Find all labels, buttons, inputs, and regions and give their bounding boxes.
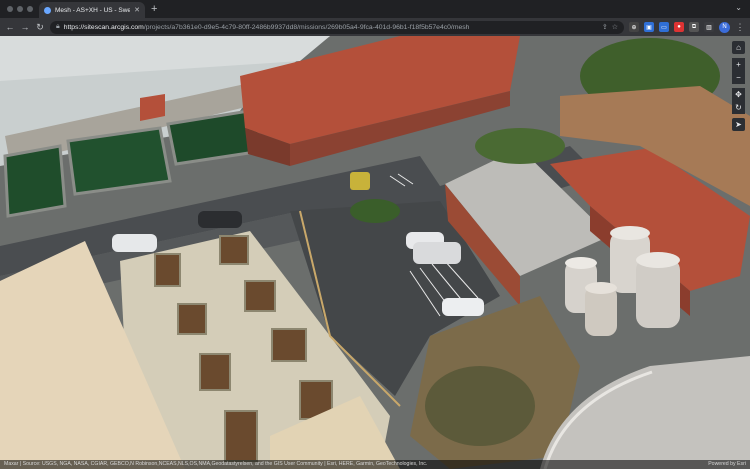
zoom-out-icon[interactable]: −: [732, 71, 745, 84]
navigation-mode-controls: ✥ ↻: [732, 88, 745, 114]
reload-icon[interactable]: ↻: [35, 22, 45, 33]
url-text[interactable]: https://sitescan.arcgis.com/projects/a7b…: [64, 24, 598, 31]
browser-toolbar: ← → ↻ 🔒︎ https://sitescan.arcgis.com/pro…: [0, 18, 750, 36]
browser-tab-active[interactable]: Mesh - AS+XH - US - Sweetw ✕: [39, 2, 145, 18]
sidepanel-icon[interactable]: ▥: [704, 22, 714, 32]
extensions-menu-icon[interactable]: ⧉: [689, 22, 699, 32]
forward-icon[interactable]: →: [20, 22, 30, 32]
extension-blue-icon[interactable]: ▣: [644, 22, 654, 32]
map-controls: ⌂ + − ✥ ↻ ➤: [732, 41, 745, 131]
pan-icon[interactable]: ✥: [732, 88, 745, 101]
address-bar[interactable]: 🔒︎ https://sitescan.arcgis.com/projects/…: [50, 20, 624, 34]
zoom-in-icon[interactable]: +: [732, 58, 745, 71]
tab-search-icon[interactable]: ⌄: [735, 3, 742, 12]
url-host: https://sitescan.arcgis.com: [63, 23, 144, 31]
mesh-scene: [0, 36, 750, 469]
back-icon[interactable]: ←: [5, 22, 15, 32]
browser-tabbar: Mesh - AS+XH - US - Sweetw ✕ + ⌄: [0, 0, 750, 18]
rotate-icon[interactable]: ↻: [732, 101, 745, 114]
extension-puzzle-icon[interactable]: ⊕: [629, 22, 639, 32]
url-path: /projects/a7b361e0-d9e5-4c79-80ff-2486b9…: [143, 23, 470, 31]
window-controls: [7, 6, 33, 12]
minimize-window-dot[interactable]: [17, 6, 23, 12]
profile-avatar[interactable]: N: [719, 21, 730, 33]
home-icon[interactable]: ⌂: [732, 41, 745, 54]
close-window-dot[interactable]: [7, 6, 13, 12]
share-icon[interactable]: ⇪: [602, 23, 608, 31]
mesh-viewport[interactable]: ⌂ + − ✥ ↻ ➤ Maxar | Source: USGS, NGA, N…: [0, 36, 750, 469]
bookmark-star-icon[interactable]: ☆: [612, 23, 618, 31]
map-attribution: Maxar | Source: USGS, NGA, NASA, CGIAR, …: [0, 460, 750, 469]
tab-title: Mesh - AS+XH - US - Sweetw: [55, 6, 131, 14]
powered-by-esri[interactable]: Powered by Esri: [708, 460, 746, 469]
compass-icon[interactable]: ➤: [732, 118, 745, 131]
new-tab-icon[interactable]: +: [151, 3, 157, 15]
maximize-window-dot[interactable]: [27, 6, 33, 12]
extension-red-icon[interactable]: ●: [674, 22, 684, 32]
zoom-controls: + −: [732, 58, 745, 84]
close-tab-icon[interactable]: ✕: [134, 6, 140, 14]
browser-menu-icon[interactable]: ⋮: [735, 22, 745, 33]
lock-icon[interactable]: 🔒︎: [56, 23, 60, 31]
sitescan-favicon-icon: [44, 6, 51, 14]
extension-screen-icon[interactable]: ▭: [659, 22, 669, 32]
